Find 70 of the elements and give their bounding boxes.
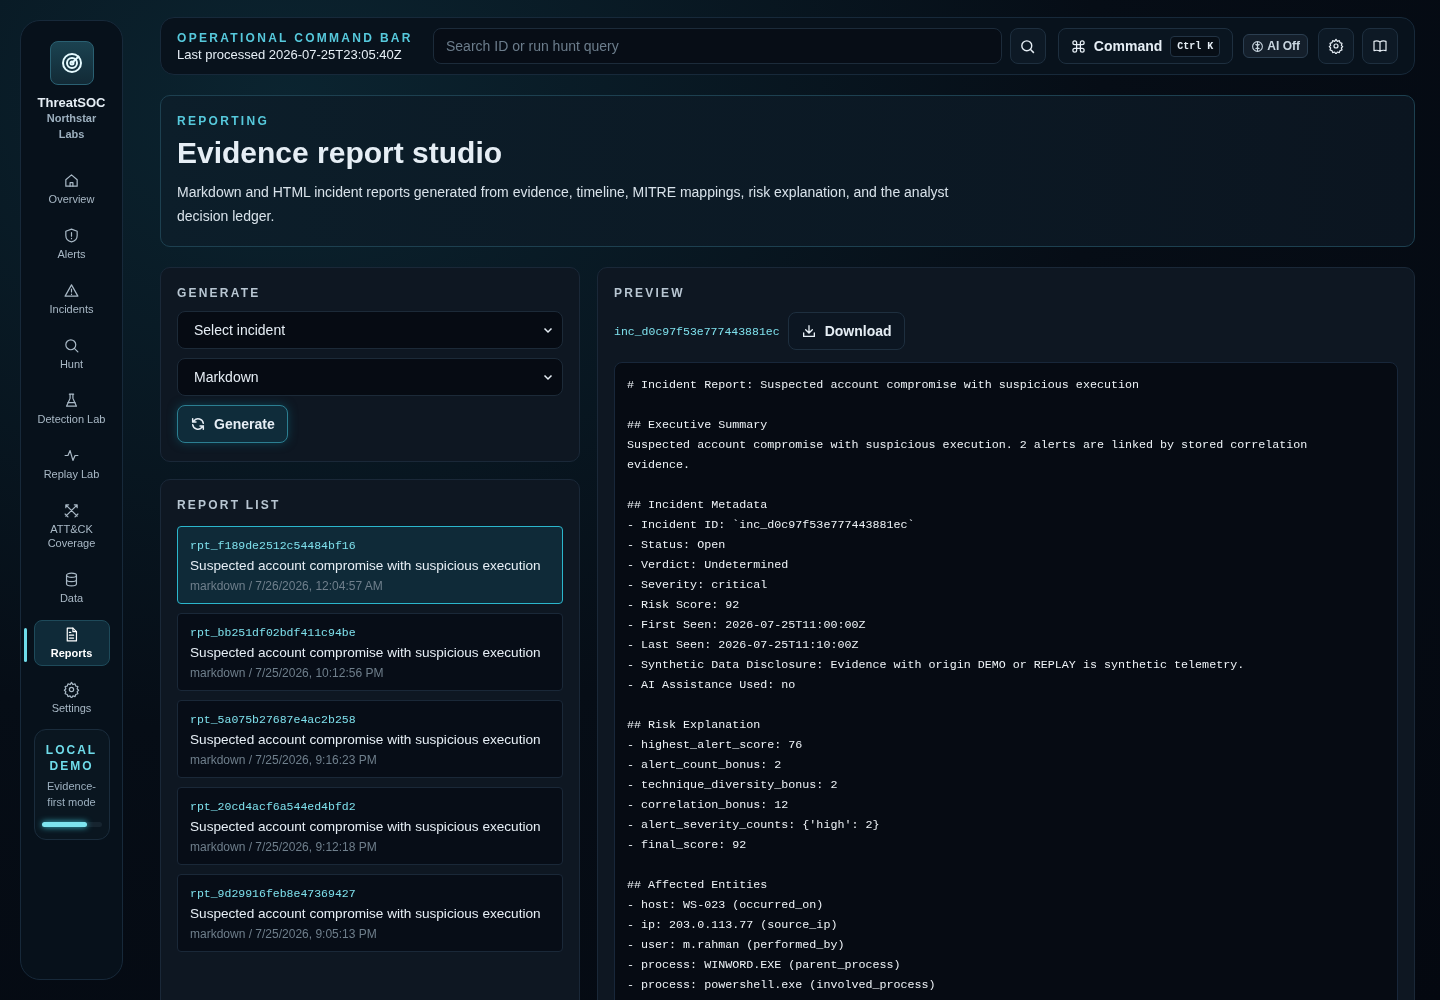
nav-item[interactable]: Reports (33, 620, 110, 666)
command-key-icon (1070, 38, 1086, 54)
report-meta: markdown / 7/26/2026, 12:04:57 AM (190, 579, 384, 593)
incident-select[interactable]: Select incident (177, 311, 563, 349)
nav-item[interactable]: Incidents (33, 276, 110, 322)
report-id: rpt_20cd4acf6a544ed4bfd2 (190, 800, 357, 813)
nav-item[interactable]: Replay Lab (33, 441, 110, 487)
nav-item[interactable]: Settings (33, 675, 110, 721)
nav-item[interactable]: Hunt (33, 331, 110, 377)
nav-item[interactable]: Data (33, 565, 110, 611)
search-icon (1019, 37, 1037, 55)
shield-icon (63, 227, 80, 244)
report-title: Suspected account compromise with suspicious execution (190, 645, 542, 660)
report-markdown-text: # Incident Report: Suspected account compromise with suspicious execution ## Executive Summary Suspected account compromise with suspicious execution. 2 alerts are linked by stored correlation evidence. ## Incident Metadata - Incident ID: `inc_d0c97f53e777443881ec` - Status: Open - Verdict: Undetermined - Severity: critical - Risk Score: 92 - First Seen: 2026-07-25T11:00:00Z - Last Seen: 2026-07-25T11:10:00Z - Synthetic Data Disclosure: Evidence with origin DEMO or REPLAY is synthetic telemetry. - AI Assistance Used: no ## Risk Explanation - highest_alert_score: 76 - alert_count_bonus: 2 - technique_diversity_bonus: 2 - correlation_bonus: 12 - alert_severity_counts: {'high': 2} - final_score: 92 ## Affected Entities - host: WS-023 (occurred_on) - ip: 203.0.113.77 (source_ip) - user: m.rahman (performed_by) - process: WINWORD.EXE (parent_process) - process: powershell.exe (involved_process) (627, 377, 1309, 994)
mode-title: LOCAL DEMO (44, 742, 99, 774)
report-item[interactable]: rpt_bb251df02bdf411c94be Suspected account compromise with suspicious execution markdown / 7/25/2026, 10:12:56 PM (177, 613, 563, 691)
nav-item[interactable]: Overview (33, 166, 110, 212)
refresh-icon (190, 416, 206, 432)
pulse-icon (63, 447, 80, 464)
command-bar-title: OPERATIONAL COMMAND BAR (177, 30, 414, 45)
home-icon (63, 172, 80, 189)
report-id: rpt_bb251df02bdf411c94be (190, 626, 357, 639)
report-title: Suspected account compromise with suspicious execution (190, 732, 542, 747)
nav-item[interactable]: Alerts (33, 221, 110, 267)
card-title: REPORT LIST (177, 498, 282, 512)
report-title: Suspected account compromise with suspicious execution (190, 819, 542, 834)
download-icon (800, 323, 817, 339)
mode-subtitle: Evidence-first mode (46, 779, 97, 810)
flask-icon (63, 392, 80, 409)
docs-button[interactable] (1362, 28, 1398, 64)
card-title: GENERATE (177, 286, 262, 300)
shortcut-badge: Ctrl K (1170, 35, 1221, 57)
brand-name: ThreatSOC (37, 95, 106, 110)
report-id: rpt_9d29916feb8e47369427 (190, 887, 357, 900)
database-icon (63, 571, 80, 588)
report-meta: markdown / 7/25/2026, 10:12:56 PM (190, 666, 385, 680)
search-icon (63, 337, 80, 354)
download-button[interactable]: Download (787, 312, 905, 350)
generate-button[interactable]: Generate (177, 405, 288, 443)
org-name: Northstar Labs (45, 111, 98, 142)
page-description: Markdown and HTML incident reports generated from evidence, timeline, MITRE mappings, risk explanation, and the analyst decision ledger. (177, 183, 950, 226)
report-item[interactable]: rpt_20cd4acf6a544ed4bfd2 Suspected account compromise with suspicious execution markdown / 7/25/2026, 9:12:18 PM (177, 787, 563, 865)
settings-icon (1328, 38, 1344, 54)
book-icon (1372, 38, 1388, 54)
search-button[interactable] (1009, 28, 1046, 64)
report-id: rpt_5a075b27687e4ac2b258 (190, 713, 357, 726)
nav-item[interactable]: Detection Lab (33, 386, 110, 432)
search-field[interactable]: Search ID or run hunt query (433, 28, 1002, 64)
ai-toggle[interactable]: AI Off (1243, 34, 1308, 58)
section-eyebrow: REPORTING (177, 114, 271, 128)
gear-icon (63, 681, 80, 698)
report-item[interactable]: rpt_f189de2512c54484bf16 Suspected account compromise with suspicious execution markdown / 7/26/2026, 12:04:57 AM (177, 526, 563, 604)
format-select[interactable]: Markdown (177, 358, 563, 396)
command-button[interactable]: Command Ctrl K (1057, 28, 1234, 64)
report-meta: markdown / 7/25/2026, 9:05:13 PM (190, 927, 378, 941)
report-item[interactable]: rpt_9d29916feb8e47369427 Suspected account compromise with suspicious execution markdown / 7/25/2026, 9:05:13 PM (177, 874, 563, 952)
report-id: rpt_f189de2512c54484bf16 (190, 539, 357, 552)
settings-button[interactable] (1318, 28, 1354, 64)
report-meta: markdown / 7/25/2026, 9:16:23 PM (190, 753, 378, 767)
report-title: Suspected account compromise with suspicious execution (190, 906, 542, 921)
page-title: Evidence report studio (177, 136, 504, 170)
report-meta: markdown / 7/25/2026, 9:12:18 PM (190, 840, 378, 854)
report-item[interactable]: rpt_5a075b27687e4ac2b258 Suspected account compromise with suspicious execution markdown / 7/25/2026, 9:16:23 PM (177, 700, 563, 778)
nav-item[interactable]: ATT&CK Coverage (33, 496, 110, 556)
incident-id: inc_d0c97f53e777443881ec (614, 324, 780, 338)
card-title: PREVIEW (614, 286, 686, 300)
report-title: Suspected account compromise with suspicious execution (190, 558, 542, 573)
last-processed-text: Last processed 2026-07-25T23:05:40Z (177, 46, 403, 62)
radar-logo-icon (49, 41, 94, 85)
warning-icon (63, 282, 80, 299)
